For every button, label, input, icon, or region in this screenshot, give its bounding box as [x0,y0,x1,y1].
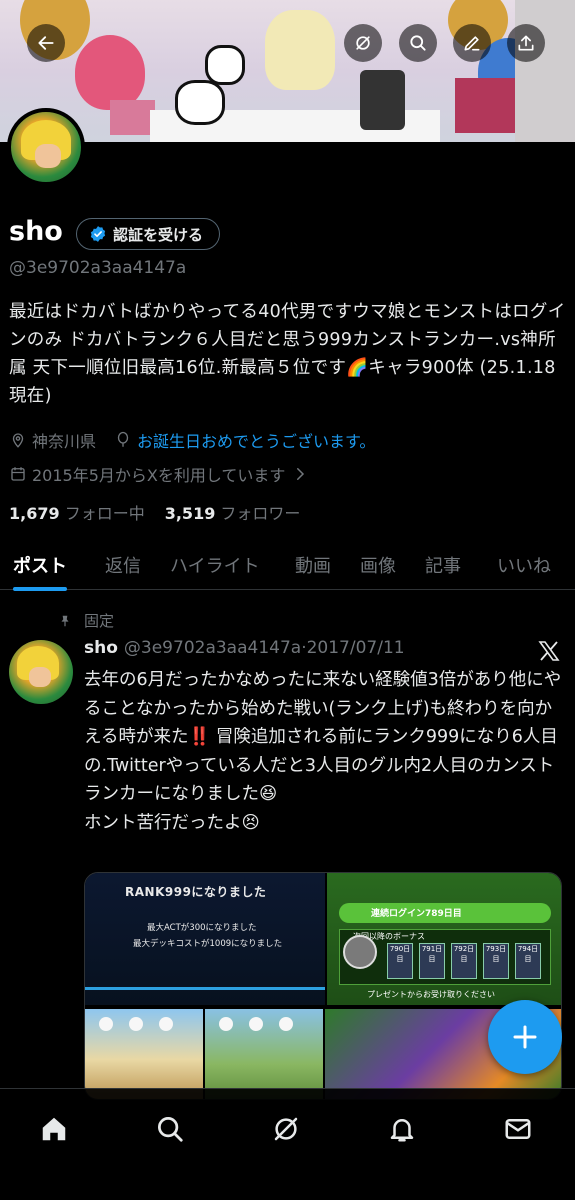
search-button[interactable] [399,24,437,62]
login-day: 791日目 [419,943,445,979]
tab-label: 記事 [425,556,461,577]
profile-tabs: ポスト 返信 ハイライト 動画 画像 記事 いいね [0,540,575,591]
nav-grok[interactable] [266,1109,306,1149]
media-text: 最大デッキコストが1009になりました [133,939,283,949]
verified-badge-icon [90,226,106,242]
following-count: 1,679 [9,504,60,523]
media-game-screenshot[interactable] [85,1009,203,1099]
tab-label: 画像 [360,556,396,577]
pin-icon [61,615,69,626]
login-day: 793日目 [483,943,509,979]
x-logo-icon [538,641,560,661]
nav-home[interactable] [34,1109,74,1149]
media-text: RANK999になりました [125,885,267,899]
banner-cat [205,45,245,85]
tab-label: 返信 [105,556,141,577]
banner-character [265,10,335,90]
plus-icon [513,1025,537,1049]
banner-gift [455,78,515,133]
tab-posts[interactable]: ポスト [13,540,67,591]
arrow-left-icon [38,36,54,50]
nav-notifications[interactable] [382,1109,422,1149]
pen-icon [464,36,480,51]
tab-active-indicator [13,587,67,591]
grok-icon [274,1117,298,1141]
edit-button[interactable] [453,24,491,62]
banner-box [110,100,155,135]
profile-bio: 最近はドカバトばかりやってる40代男ですウマ娘とモンストはログインのみ ドカバト… [9,302,566,406]
media-text: プレゼントからお受け取りください [367,990,495,999]
post-date[interactable]: 2017/07/11 [307,638,405,658]
notifications-icon [390,1119,414,1142]
get-verified-button[interactable]: 認証を受ける [76,218,221,250]
followers-count: 3,519 [164,504,216,523]
media-login-screenshot[interactable]: 連続ログイン789日目 次回以降のボーナス 790日目 791日目 792日目 … [327,873,561,1005]
joined-date: 2015年5月からXを利用しています [32,466,286,485]
login-day: 794日目 [515,943,541,979]
media-rank-screenshot[interactable]: RANK999になりました 最大ACTが300になりました 最大デッキコストが1… [85,873,325,1005]
get-badge [343,935,377,969]
post-text: 去年の6月だったかなめったに来ない経験値3倍があり他にやることなかったから始めた… [84,666,564,837]
profile-handle: @3e9702a3aa4147a [9,258,187,278]
media-text: 連続ログイン789日目 [371,909,462,919]
followers-link[interactable]: 3,519 フォロワー [165,500,301,524]
post-text-line: ホント苦行だったよ😣 [84,812,260,833]
post-author-name[interactable]: sho [84,638,118,658]
following-label: フォロー中 [64,504,145,523]
banner-bottle [360,70,405,130]
balloon-icon [117,431,129,447]
banner-dog [175,80,225,125]
search-icon [158,1117,183,1142]
share-icon [518,35,534,51]
followers-label: フォロワー [220,504,301,523]
compose-post-button[interactable] [488,1000,562,1074]
profile-meta-row: 神奈川県 お誕生日おめでとうございます。 [9,428,375,452]
post-text-line: 去年の6月だったかなめったに来ない経験値3倍があり他にやることなかったから始めた… [84,670,562,804]
login-day: 792日目 [451,943,477,979]
chevron-right-icon [297,468,305,480]
tab-articles[interactable]: 記事 [425,540,461,590]
banner-wall [515,0,575,142]
tab-label: 動画 [295,556,331,577]
media-text: 最大ACTが300になりました [147,923,257,933]
home-icon [42,1117,66,1141]
tab-likes[interactable]: いいね [497,540,551,590]
profile-location: 神奈川県 [32,432,97,451]
pinned-label: 固定 [84,612,115,630]
tab-highlights[interactable]: ハイライト [170,540,260,590]
balloon-decoration [75,35,145,110]
back-button[interactable] [27,24,65,62]
media-game-screenshot[interactable] [205,1009,323,1099]
grok-icon [356,36,370,50]
tab-label: ハイライト [170,556,260,577]
profile-avatar[interactable] [7,108,85,186]
verify-label: 認証を受ける [113,225,204,244]
bottom-navigation [0,1088,575,1200]
location-icon [12,433,24,448]
post-media-grid[interactable]: RANK999になりました 最大ACTが300になりました 最大デッキコストが1… [84,872,562,1100]
tab-images[interactable]: 画像 [360,540,396,590]
search-icon [410,35,426,51]
follow-stats: 1,679 フォロー中 3,519 フォロワー [9,500,300,524]
pinned-indicator: 固定 [58,610,114,631]
grok-button[interactable] [344,24,382,62]
messages-icon [505,1119,531,1139]
nav-search[interactable] [150,1109,190,1149]
login-day: 790日目 [387,943,413,979]
profile-banner[interactable] [0,0,575,142]
nav-messages[interactable] [498,1109,538,1149]
birthday-link[interactable]: お誕生日おめでとうございます。 [137,428,375,452]
post-author-avatar[interactable] [9,640,73,704]
profile-name: sho [9,216,63,247]
tab-label: いいね [497,556,551,577]
post-header: sho @3e9702a3aa4147a · 2017/07/11 [84,638,405,658]
share-button[interactable] [507,24,545,62]
tab-label: ポスト [13,556,67,577]
post-author-handle[interactable]: @3e9702a3aa4147a [124,638,301,658]
joined-row[interactable]: 2015年5月からXを利用しています [9,462,314,486]
tab-replies[interactable]: 返信 [105,540,141,590]
following-link[interactable]: 1,679 フォロー中 [9,500,145,524]
calendar-icon [11,467,25,481]
tab-videos[interactable]: 動画 [295,540,331,590]
